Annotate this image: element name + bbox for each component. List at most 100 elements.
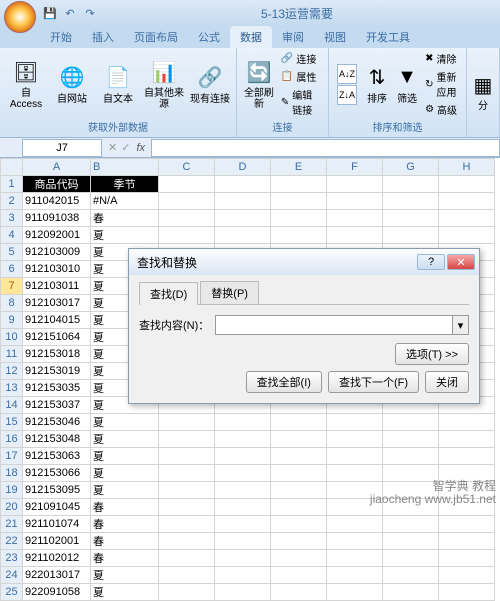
cell[interactable] [271, 193, 327, 210]
row-header[interactable]: 12 [1, 363, 23, 380]
cell[interactable] [383, 431, 439, 448]
cell[interactable] [327, 584, 383, 601]
cell[interactable]: 夏 [91, 584, 159, 601]
ribbon-tab-4[interactable]: 数据 [230, 26, 272, 48]
cell[interactable] [159, 448, 215, 465]
cell[interactable] [439, 193, 495, 210]
cell[interactable] [271, 499, 327, 516]
cell[interactable] [159, 550, 215, 567]
cell[interactable] [439, 210, 495, 227]
close-button[interactable]: 关闭 [425, 371, 469, 393]
cell[interactable]: 912151064 [23, 329, 91, 346]
tab-find[interactable]: 查找(D) [139, 282, 198, 305]
find-all-button[interactable]: 查找全部(I) [246, 371, 322, 393]
edit-links-button[interactable]: ✎编辑链接 [279, 86, 324, 118]
cell[interactable] [215, 516, 271, 533]
cell[interactable] [215, 550, 271, 567]
cell[interactable] [327, 431, 383, 448]
cell[interactable] [215, 431, 271, 448]
cell[interactable] [215, 176, 271, 193]
cell[interactable] [439, 448, 495, 465]
row-header[interactable]: 3 [1, 210, 23, 227]
cell[interactable] [159, 227, 215, 244]
sort-desc-button[interactable]: Z↓A [337, 85, 357, 105]
cell[interactable] [271, 533, 327, 550]
cell[interactable] [215, 414, 271, 431]
chevron-down-icon[interactable]: ▾ [453, 315, 469, 335]
cell[interactable]: 912103009 [23, 244, 91, 261]
cell[interactable]: 912104015 [23, 312, 91, 329]
cell[interactable] [159, 431, 215, 448]
sort-button[interactable]: ⇅排序 [363, 52, 391, 116]
cell[interactable] [271, 431, 327, 448]
cell[interactable] [327, 550, 383, 567]
row-header[interactable]: 8 [1, 295, 23, 312]
text-to-columns-button[interactable]: ▦分 [471, 60, 495, 124]
row-header[interactable]: 15 [1, 414, 23, 431]
cell[interactable] [271, 550, 327, 567]
row-header[interactable]: 6 [1, 261, 23, 278]
cell[interactable] [215, 227, 271, 244]
col-header-C[interactable]: C [159, 159, 215, 176]
col-header-H[interactable]: H [439, 159, 495, 176]
fx-icon[interactable]: fx [136, 142, 145, 154]
office-button[interactable] [4, 1, 36, 33]
cell[interactable] [383, 227, 439, 244]
cell[interactable]: 922013017 [23, 567, 91, 584]
cell[interactable] [327, 176, 383, 193]
name-box[interactable] [22, 139, 102, 157]
cell[interactable] [159, 567, 215, 584]
cell[interactable] [271, 465, 327, 482]
ribbon-tab-5[interactable]: 审阅 [272, 26, 314, 48]
cell[interactable]: #N/A [91, 193, 159, 210]
cell[interactable] [439, 431, 495, 448]
row-header[interactable]: 13 [1, 380, 23, 397]
cell[interactable] [271, 584, 327, 601]
existing-connections-button[interactable]: 🔗现有连接 [188, 52, 232, 116]
cell[interactable] [383, 193, 439, 210]
cell[interactable]: 夏 [91, 465, 159, 482]
cell[interactable] [327, 210, 383, 227]
cell[interactable] [215, 210, 271, 227]
advanced-filter-button[interactable]: ⚙高级 [423, 101, 462, 118]
row-header[interactable]: 18 [1, 465, 23, 482]
refresh-all-button[interactable]: 🔄全部刷新 [241, 52, 277, 116]
cell[interactable] [271, 482, 327, 499]
cell[interactable]: 夏 [91, 448, 159, 465]
cell[interactable]: 912153063 [23, 448, 91, 465]
cell[interactable] [271, 516, 327, 533]
col-header-B[interactable]: B [91, 159, 159, 176]
cell[interactable] [327, 465, 383, 482]
ribbon-tab-1[interactable]: 插入 [82, 26, 124, 48]
cell[interactable] [271, 210, 327, 227]
cell[interactable] [271, 414, 327, 431]
cell[interactable] [383, 414, 439, 431]
cell[interactable]: 春 [91, 533, 159, 550]
cell[interactable] [159, 176, 215, 193]
close-icon[interactable]: ✕ [447, 254, 475, 270]
cell[interactable] [383, 550, 439, 567]
ribbon-tab-6[interactable]: 视图 [314, 26, 356, 48]
cell[interactable] [271, 567, 327, 584]
from-text-button[interactable]: 📄自文本 [96, 52, 140, 116]
cell[interactable]: 夏 [91, 227, 159, 244]
cell[interactable] [327, 567, 383, 584]
formula-input[interactable] [151, 139, 500, 157]
cell[interactable]: 夏 [91, 482, 159, 499]
undo-icon[interactable]: ↶ [62, 5, 78, 21]
tab-replace[interactable]: 替换(P) [200, 281, 259, 304]
row-header[interactable]: 16 [1, 431, 23, 448]
cell[interactable]: 912153037 [23, 397, 91, 414]
save-icon[interactable]: 💾 [42, 5, 58, 21]
find-input[interactable] [215, 315, 453, 335]
col-header-E[interactable]: E [271, 159, 327, 176]
row-header[interactable]: 24 [1, 567, 23, 584]
cell[interactable] [159, 414, 215, 431]
from-other-button[interactable]: 📊自其他来源 [142, 52, 186, 116]
cell[interactable] [215, 448, 271, 465]
cell[interactable]: 夏 [91, 567, 159, 584]
cell[interactable] [327, 414, 383, 431]
cell[interactable]: 921101074 [23, 516, 91, 533]
cell[interactable]: 912103010 [23, 261, 91, 278]
cell[interactable]: 911042015 [23, 193, 91, 210]
